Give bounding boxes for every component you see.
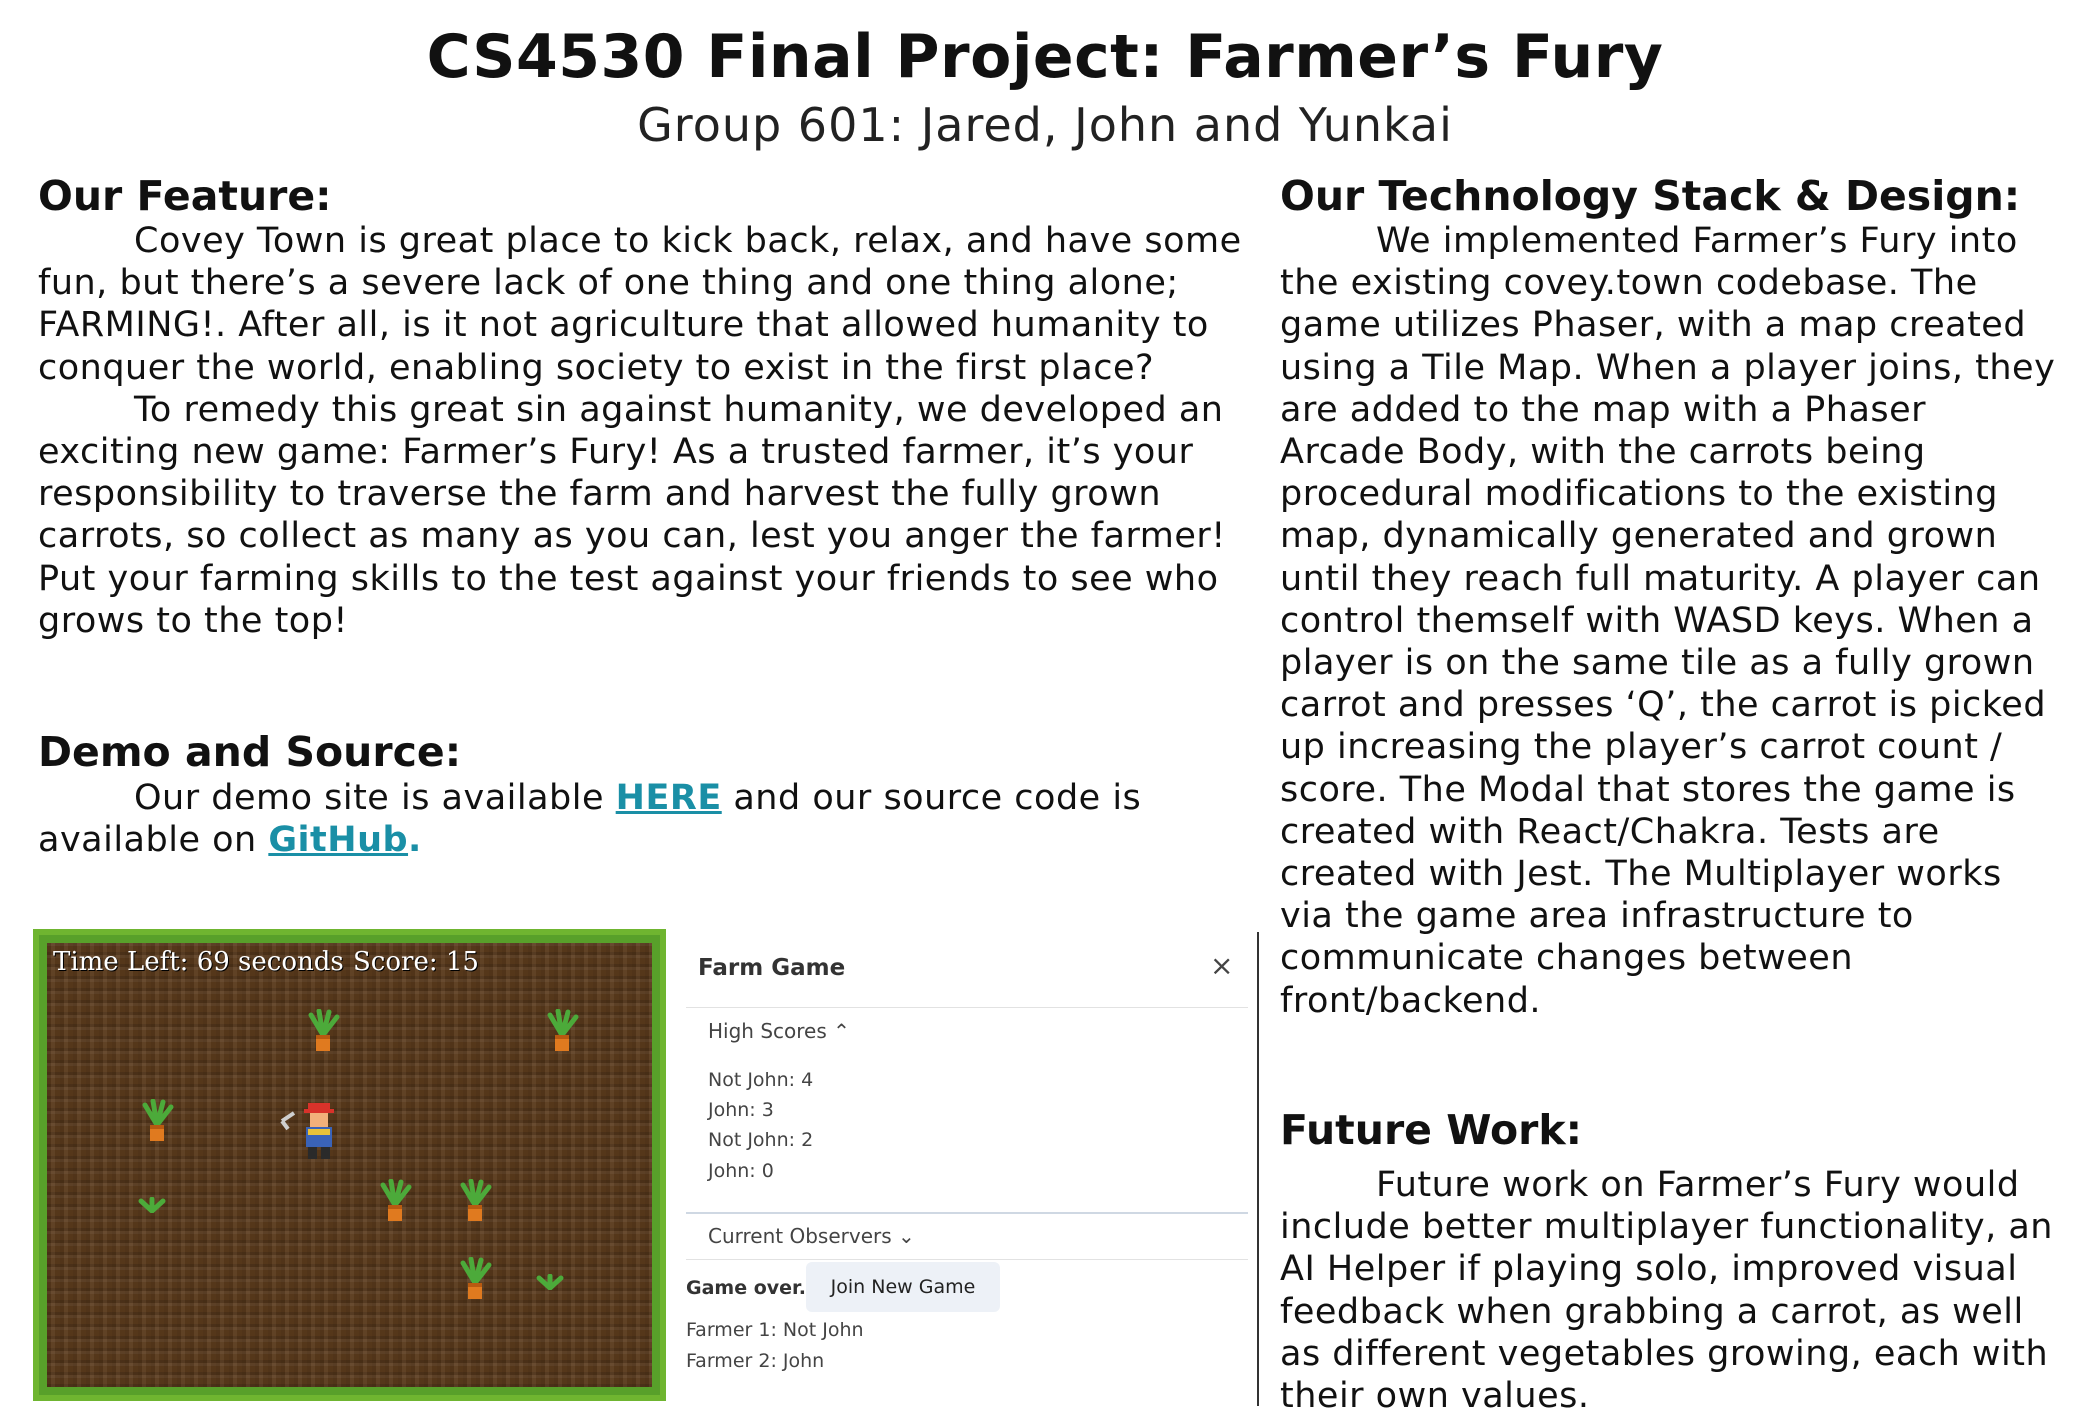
divider <box>686 1212 1248 1214</box>
divider <box>686 1007 1248 1008</box>
high-score-item: Not John: 4 <box>708 1069 814 1091</box>
demo-link[interactable]: HERE <box>616 778 722 818</box>
future-heading: Future Work: <box>1280 1106 1583 1154</box>
tech-heading: Our Technology Stack & Design: <box>1280 172 2021 220</box>
high-score-item: John: 3 <box>708 1099 774 1121</box>
carrot-icon <box>460 1179 492 1221</box>
carrot-icon <box>547 1009 579 1051</box>
high-scores-toggle[interactable]: High Scores ⌃ <box>708 1019 850 1043</box>
future-paragraph: Future work on Farmer’s Fury would inclu… <box>1280 1165 2053 1417</box>
demo-text-after: . <box>408 820 422 861</box>
carrot-icon <box>380 1179 412 1221</box>
feature-heading: Our Feature: <box>38 172 332 220</box>
game-over-label: Game over. <box>686 1277 806 1299</box>
demo-text: Our demo site is available HERE and our … <box>38 777 1250 861</box>
future-text: Future work on Farmer’s Fury would inclu… <box>1280 1164 2060 1417</box>
join-new-game-button[interactable]: Join New Game <box>806 1262 1000 1312</box>
high-score-item: John: 0 <box>708 1160 774 1182</box>
sprout-icon <box>536 1274 564 1290</box>
sprout-icon <box>138 1197 166 1213</box>
close-icon[interactable]: × <box>1210 949 1233 982</box>
farmer-1-label: Farmer 1: Not John <box>686 1319 864 1341</box>
tech-text: We implemented Farmer’s Fury into the ex… <box>1280 220 2060 1022</box>
feature-paragraph-1: Covey Town is great place to kick back, … <box>38 221 1242 388</box>
score-label: Score: 15 <box>353 947 479 977</box>
feature-paragraph-2: To remedy this great sin against humanit… <box>38 389 1226 641</box>
poster-subtitle: Group 601: Jared, John and Yunkai <box>637 98 1453 152</box>
carrot-icon <box>460 1257 492 1299</box>
carrot-icon <box>142 1099 174 1141</box>
game-canvas[interactable]: Time Left: 69 seconds Score: 15 <box>33 929 666 1401</box>
modal-title: Farm Game <box>698 955 846 981</box>
demo-text-before: Our demo site is available <box>134 778 616 818</box>
time-left-label: Time Left: 69 seconds <box>53 947 344 977</box>
tech-paragraph: We implemented Farmer’s Fury into the ex… <box>1280 221 2056 1021</box>
modal-edge-line <box>1257 932 1259 1406</box>
carrot-icon <box>308 1009 340 1051</box>
high-score-item: Not John: 2 <box>708 1129 814 1151</box>
feature-text: Covey Town is great place to kick back, … <box>38 220 1250 642</box>
poster-title: CS4530 Final Project: Farmer’s Fury <box>426 22 1664 92</box>
divider <box>686 1259 1248 1260</box>
farm-game-modal: Farm Game × High Scores ⌃ Not John: 4 Jo… <box>672 929 1260 1411</box>
github-link[interactable]: GitHub <box>268 820 408 860</box>
current-observers-toggle[interactable]: Current Observers ⌄ <box>708 1224 915 1248</box>
farmer-sprite-icon <box>280 1103 334 1159</box>
demo-heading: Demo and Source: <box>38 728 462 776</box>
farmer-2-label: Farmer 2: John <box>686 1350 825 1372</box>
